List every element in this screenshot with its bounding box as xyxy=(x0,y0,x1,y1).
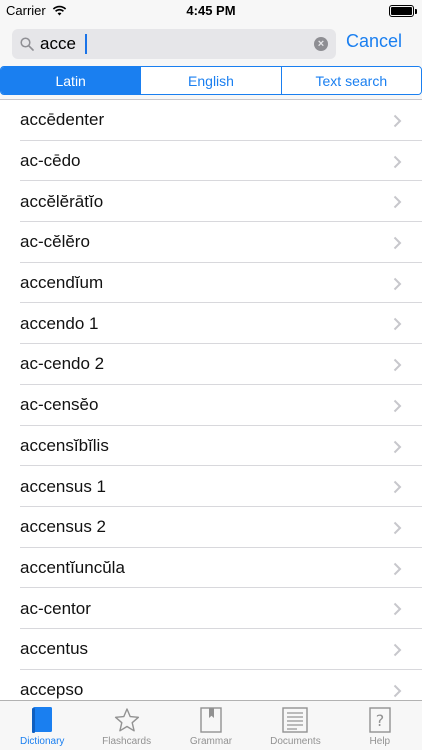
chevron-right-icon xyxy=(393,683,402,700)
chevron-right-icon xyxy=(393,520,402,540)
list-item-label: ac-cēdo xyxy=(20,151,81,171)
cancel-button[interactable]: Cancel xyxy=(346,31,402,52)
chevron-right-icon xyxy=(393,601,402,621)
search-header: × Cancel Latin English Text search xyxy=(0,22,422,100)
results-list: accēdenter ac-cēdo accĕlĕrātĭo ac-cĕlĕro… xyxy=(0,100,422,700)
tab-documents[interactable]: Documents xyxy=(253,701,337,750)
search-scope-control: Latin English Text search xyxy=(0,66,422,95)
list-item-label: accepso xyxy=(20,679,84,699)
list-item-label: accensĭbĭlis xyxy=(20,435,109,455)
bookmark-book-icon xyxy=(200,706,222,734)
list-item[interactable]: accendo 1 xyxy=(0,303,422,344)
tab-bar: Dictionary Flashcards Grammar Documents … xyxy=(0,700,422,750)
tab-label: Help xyxy=(369,736,391,747)
chevron-right-icon xyxy=(393,113,402,133)
battery-icon xyxy=(389,5,417,17)
chevron-right-icon xyxy=(393,357,402,377)
tab-label: Flashcards xyxy=(102,736,152,747)
text-caret xyxy=(85,34,87,54)
tab-dictionary[interactable]: Dictionary xyxy=(0,701,84,750)
list-item-label: accentus xyxy=(20,639,89,659)
tab-grammar[interactable]: Grammar xyxy=(169,701,253,750)
list-item[interactable]: ac-cēdo xyxy=(0,141,422,182)
list-item[interactable]: accensus 1 xyxy=(0,466,422,507)
book-icon xyxy=(31,706,53,734)
list-item[interactable]: accensus 2 xyxy=(0,507,422,548)
chevron-right-icon xyxy=(393,642,402,662)
tab-label: Grammar xyxy=(189,736,233,747)
list-item-label: accentĭuncŭla xyxy=(20,557,125,577)
status-bar: Carrier 4:45 PM xyxy=(0,0,422,22)
status-time: 4:45 PM xyxy=(186,3,236,18)
list-item-label: accendĭum xyxy=(20,273,104,293)
list-item-label: accensus 2 xyxy=(20,517,106,537)
chevron-right-icon xyxy=(393,154,402,174)
search-input[interactable] xyxy=(40,29,302,59)
search-icon xyxy=(20,37,34,56)
list-item[interactable]: ac-cendo 2 xyxy=(0,344,422,385)
chevron-right-icon xyxy=(393,439,402,459)
chevron-right-icon xyxy=(393,479,402,499)
list-item[interactable]: ac-censĕo xyxy=(0,385,422,426)
chevron-right-icon xyxy=(393,235,402,255)
chevron-right-icon xyxy=(393,316,402,336)
tab-label: Dictionary xyxy=(19,736,65,747)
segment-latin[interactable]: Latin xyxy=(1,67,142,94)
chevron-right-icon xyxy=(393,276,402,296)
list-item-label: accĕlĕrātĭo xyxy=(20,191,104,211)
list-item[interactable]: accensĭbĭlis xyxy=(0,426,422,467)
tab-label: Documents xyxy=(270,736,321,747)
list-item[interactable]: accentĭuncŭla xyxy=(0,548,422,589)
svg-text:?: ? xyxy=(376,711,385,730)
chevron-right-icon xyxy=(393,194,402,214)
list-item[interactable]: accentus xyxy=(0,629,422,670)
document-icon xyxy=(282,706,309,734)
list-item-label: ac-centor xyxy=(20,598,91,618)
segment-text-search[interactable]: Text search xyxy=(281,67,421,94)
list-item[interactable]: ac-cĕlĕro xyxy=(0,222,422,263)
segment-english[interactable]: English xyxy=(141,67,282,94)
star-icon xyxy=(114,706,140,734)
list-item[interactable]: accepso xyxy=(0,670,422,700)
tab-help[interactable]: ? Help xyxy=(338,701,422,750)
list-item-label: accensus 1 xyxy=(20,476,106,496)
list-item[interactable]: accĕlĕrātĭo xyxy=(0,181,422,222)
question-icon: ? xyxy=(369,706,391,734)
clear-search-icon[interactable]: × xyxy=(314,37,328,51)
tab-flashcards[interactable]: Flashcards xyxy=(84,701,168,750)
list-item[interactable]: accēdenter xyxy=(0,100,422,141)
list-item[interactable]: ac-centor xyxy=(0,588,422,629)
list-item-label: ac-censĕo xyxy=(20,395,99,415)
list-item-label: accendo 1 xyxy=(20,313,99,333)
list-item[interactable]: accendĭum xyxy=(0,263,422,304)
search-field[interactable]: × xyxy=(12,29,336,59)
list-item-label: ac-cĕlĕro xyxy=(20,232,90,252)
list-item-label: ac-cendo 2 xyxy=(20,354,105,374)
list-item-label: accēdenter xyxy=(20,110,105,130)
chevron-right-icon xyxy=(393,398,402,418)
chevron-right-icon xyxy=(393,561,402,581)
